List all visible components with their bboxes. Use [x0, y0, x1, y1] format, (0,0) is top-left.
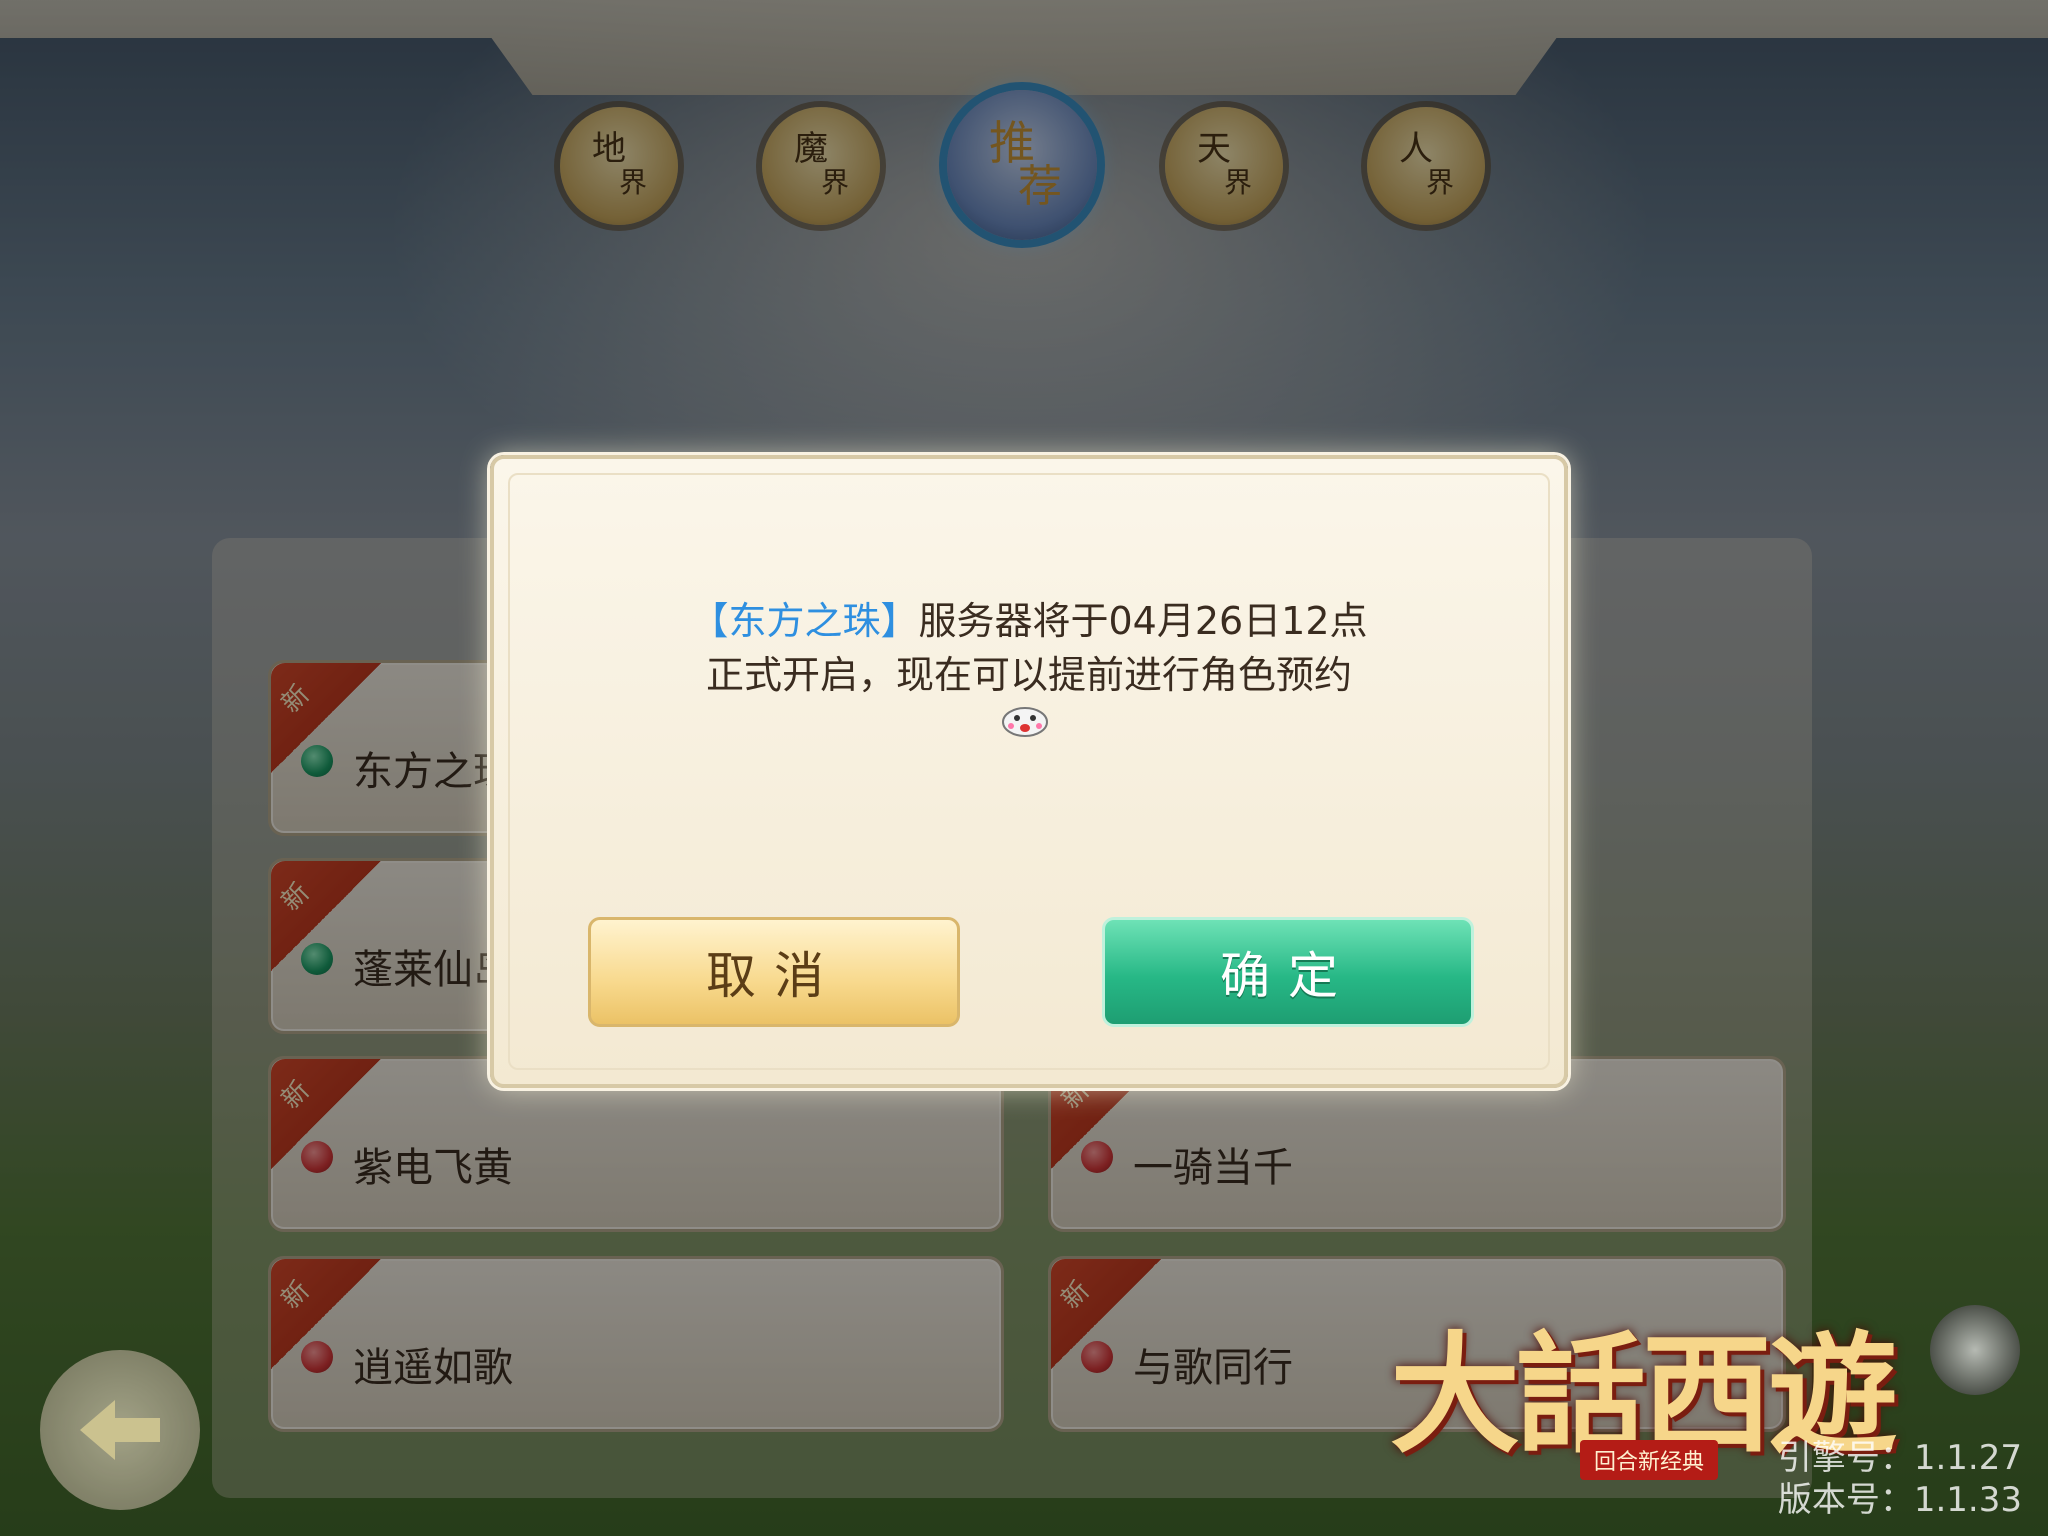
- dialog-message: 【东方之珠】服务器将于04月26日12点 正式开启，现在可以提前进行角色预约: [494, 594, 1564, 702]
- smiley-emote-icon: [1002, 707, 1048, 737]
- app-version: 版本号：1.1.33: [1777, 1480, 2022, 1520]
- message-line-1: 【东方之珠】服务器将于04月26日12点: [494, 594, 1564, 648]
- cancel-button[interactable]: 取消: [588, 917, 960, 1027]
- back-arrow-icon: [80, 1400, 160, 1460]
- server-highlight: 【东方之珠】: [690, 599, 919, 643]
- reservation-dialog: 【东方之珠】服务器将于04月26日12点 正式开启，现在可以提前进行角色预约 取…: [490, 455, 1568, 1088]
- logo-subtitle: 回合新经典: [1580, 1440, 1719, 1480]
- back-button[interactable]: [40, 1350, 200, 1510]
- confirm-button[interactable]: 确定: [1102, 917, 1474, 1027]
- settings-ring-button[interactable]: [1930, 1305, 2020, 1395]
- message-text-1: 服务器将于04月26日12点: [918, 599, 1368, 643]
- message-line-2: 正式开启，现在可以提前进行角色预约: [705, 653, 1352, 697]
